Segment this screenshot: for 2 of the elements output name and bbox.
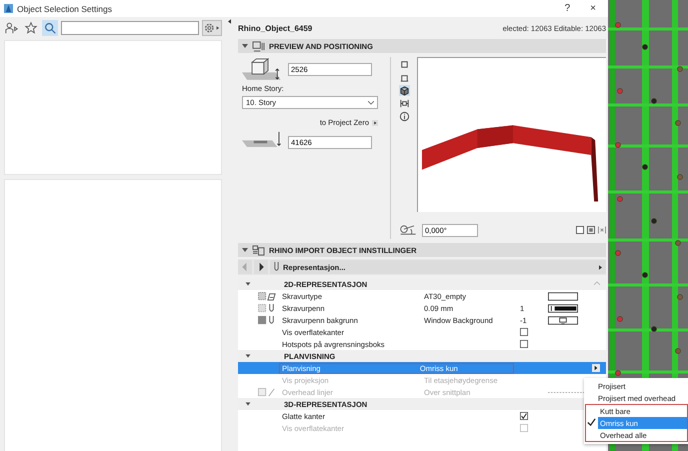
object-name: Rhino_Object_6459 bbox=[238, 24, 312, 32]
window-title: Object Selection Settings bbox=[17, 4, 112, 14]
